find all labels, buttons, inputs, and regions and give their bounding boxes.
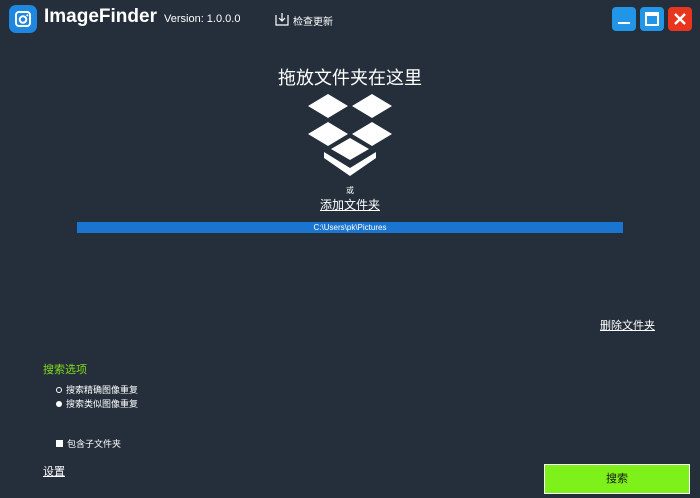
search-options-title: 搜索选项 [43, 363, 87, 376]
folder-list[interactable]: C:\Users\pk\Pictures [77, 222, 623, 233]
folder-list-item[interactable]: C:\Users\pk\Pictures [314, 223, 387, 232]
radio-similar-label: 搜索类似图像重复 [66, 400, 139, 410]
close-button[interactable] [668, 7, 692, 31]
include-subfolders-checkbox[interactable]: 包含子文件夹 [56, 437, 121, 450]
download-icon [275, 11, 289, 30]
delete-folder-link[interactable]: 删除文件夹 [600, 317, 655, 333]
check-update-label: 检查更新 [293, 16, 333, 28]
app-name: ImageFinder [44, 6, 157, 27]
maximize-button[interactable] [640, 7, 664, 31]
drop-zone-title: 拖放文件夹在这里 [278, 68, 422, 89]
radio-exact-label: 搜索精确图像重复 [66, 386, 139, 396]
check-update-button[interactable]: 检查更新 [275, 11, 333, 29]
close-icon [674, 13, 686, 25]
radio-selected-icon [56, 400, 62, 407]
radio-exact-duplicates[interactable]: 搜索精确图像重复 [56, 383, 138, 396]
search-button[interactable]: 搜索 [544, 464, 690, 494]
radio-unselected-icon [56, 386, 62, 393]
add-folder-link[interactable]: 添加文件夹 [0, 196, 700, 213]
app-version: Version: 1.0.0.0 [164, 13, 241, 25]
radio-similar-duplicates[interactable]: 搜索类似图像重复 [56, 397, 138, 410]
settings-link[interactable]: 设置 [43, 463, 65, 479]
dropbox-icon[interactable] [306, 92, 394, 182]
minimize-icon [618, 22, 630, 24]
camera-icon [9, 5, 37, 33]
minimize-button[interactable] [612, 7, 636, 31]
title-bar: ImageFinder Version: 1.0.0.0 检查更新 [0, 0, 700, 38]
include-subfolders-label: 包含子文件夹 [67, 440, 122, 450]
maximize-icon [645, 12, 659, 26]
or-text: 或 [346, 186, 354, 195]
checkbox-checked-icon [56, 440, 63, 447]
